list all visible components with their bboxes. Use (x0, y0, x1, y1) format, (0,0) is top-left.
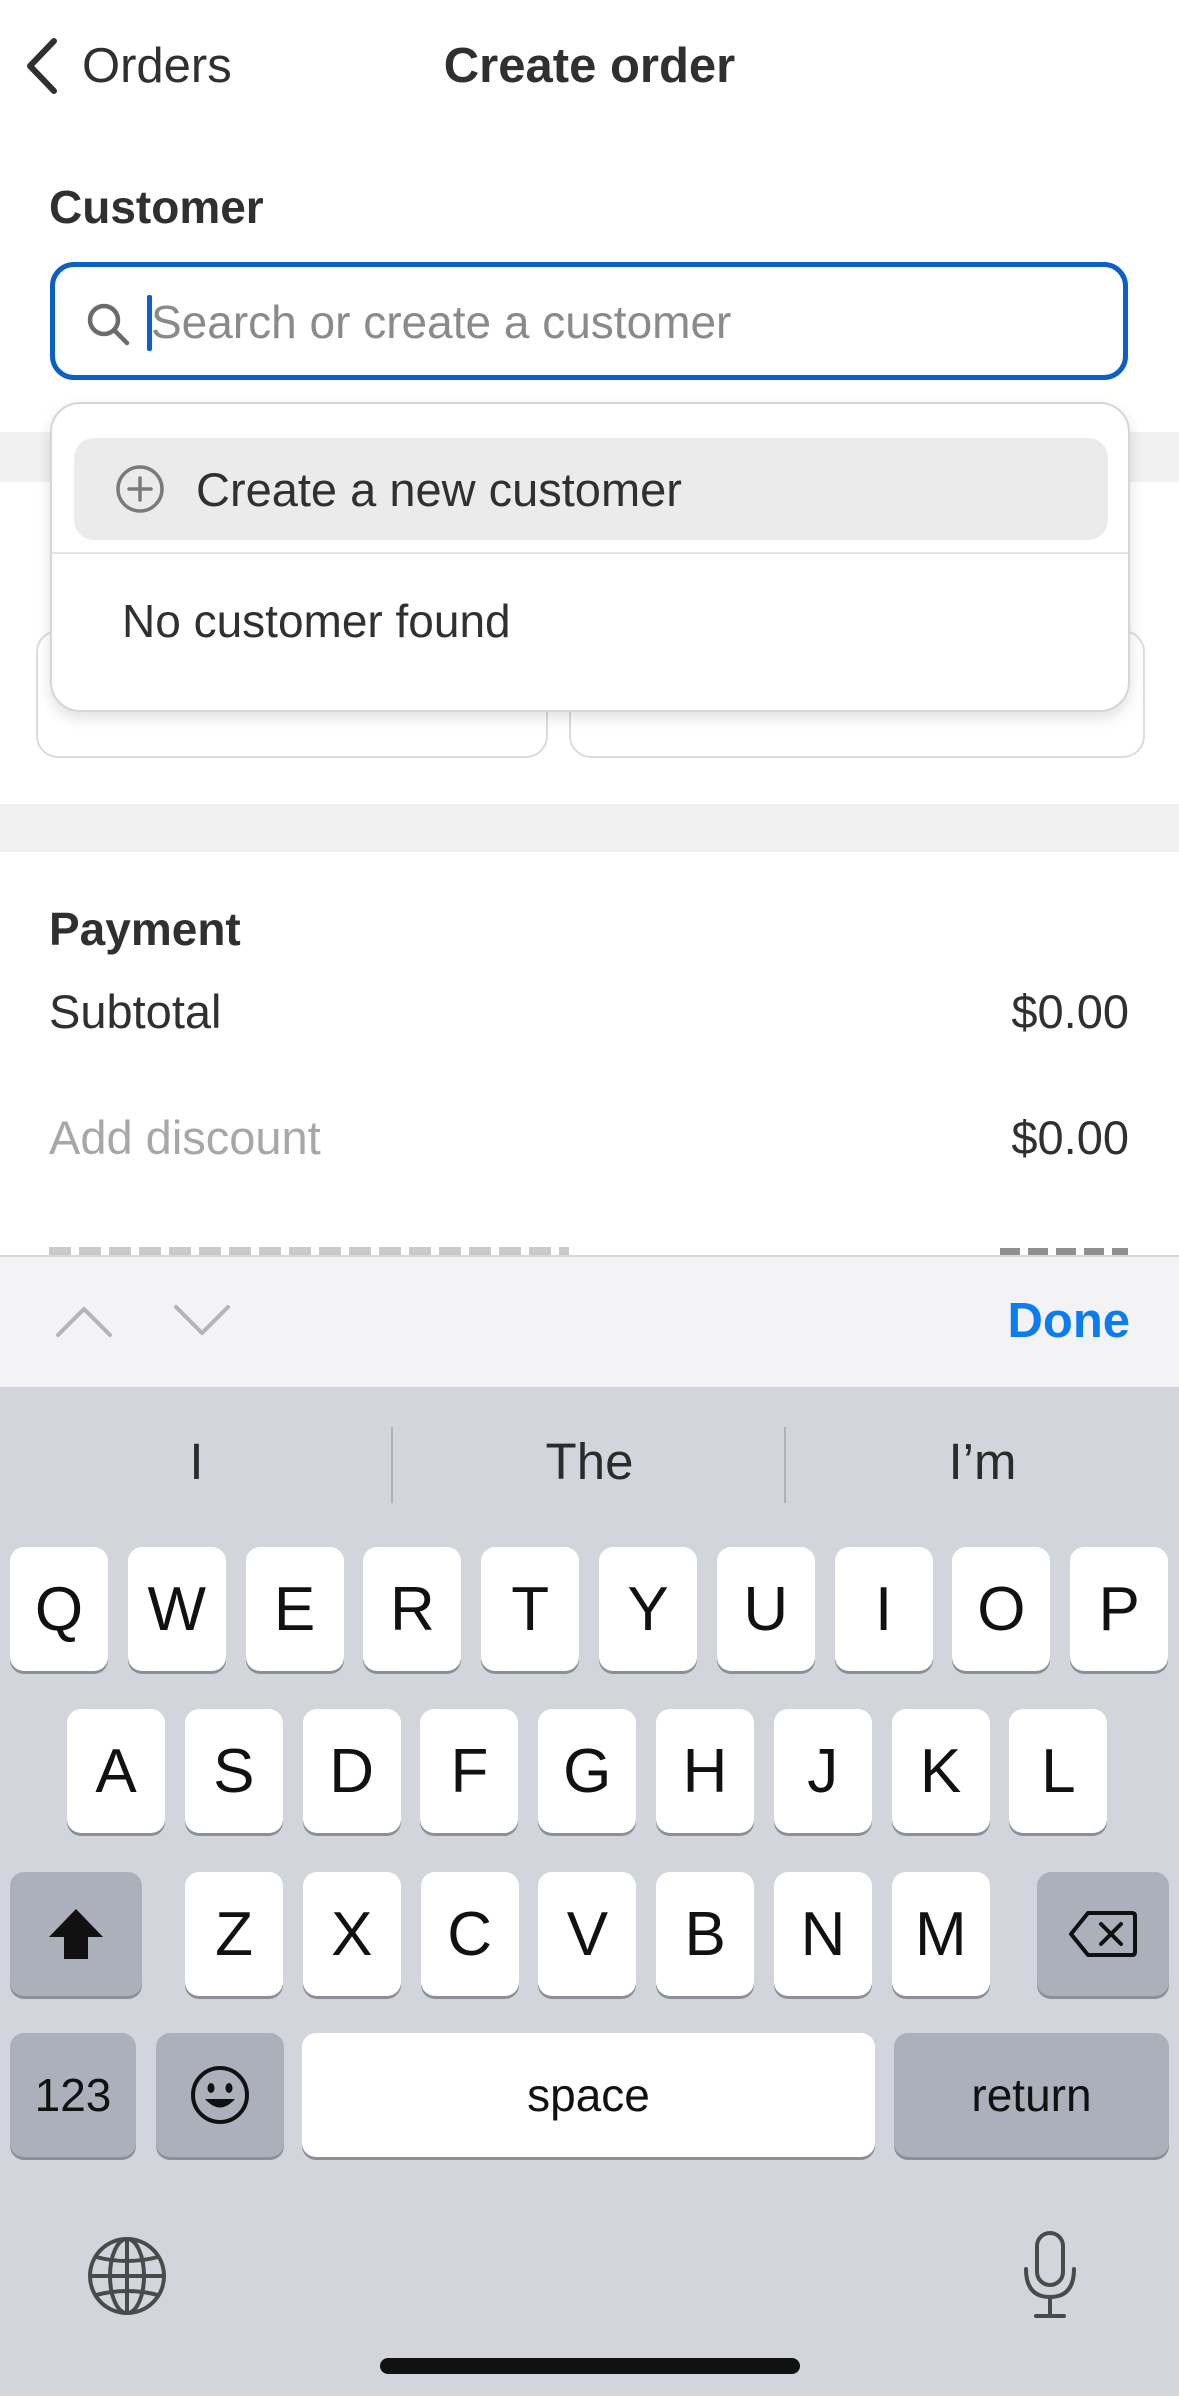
key-b[interactable]: B (656, 1872, 755, 1996)
create-new-customer-option[interactable]: Create a new customer (74, 438, 1108, 540)
customer-search-field[interactable] (50, 262, 1128, 380)
subtotal-label: Subtotal (49, 985, 222, 1038)
home-indicator (380, 2358, 800, 2374)
key-v[interactable]: V (538, 1872, 637, 1996)
page-title: Create order (443, 39, 736, 93)
search-icon (87, 303, 130, 346)
customer-search-input[interactable] (151, 287, 1091, 357)
key-u[interactable]: U (716, 1547, 815, 1671)
customer-dropdown: Create a new customer No customer found (50, 402, 1130, 712)
delete-key[interactable] (1037, 1872, 1169, 1996)
key-j[interactable]: J (773, 1709, 872, 1833)
space-key[interactable]: space (302, 2033, 875, 2157)
key-l[interactable]: L (1009, 1709, 1108, 1833)
key-d[interactable]: D (302, 1709, 401, 1833)
add-circle-icon (116, 465, 164, 513)
next-field-icon[interactable] (170, 1297, 234, 1345)
subtotal-value: $0.00 (1011, 985, 1129, 1038)
key-k[interactable]: K (891, 1709, 990, 1833)
customer-section-label: Customer (49, 181, 264, 233)
suggestion-1[interactable]: I (0, 1432, 393, 1491)
key-n[interactable]: N (774, 1872, 872, 1996)
backspace-icon (1069, 1911, 1137, 1957)
partially-hidden-shipping-value (1000, 1242, 1128, 1255)
keyboard: I The I’m 123 space return Q W E R T Y U… (0, 1387, 1179, 2396)
shift-key[interactable] (10, 1872, 142, 1996)
text-cursor (147, 295, 152, 351)
key-w[interactable]: W (127, 1547, 226, 1671)
key-g[interactable]: G (538, 1709, 637, 1833)
key-h[interactable]: H (656, 1709, 754, 1833)
partially-hidden-shipping-row (49, 1238, 609, 1255)
payment-section-label: Payment (49, 903, 241, 955)
key-q[interactable]: Q (10, 1547, 108, 1671)
key-p[interactable]: P (1070, 1547, 1169, 1671)
key-z[interactable]: Z (185, 1872, 283, 1996)
subtotal-row: Subtotal $0.00 (49, 984, 1129, 1039)
shift-icon (49, 1909, 103, 1959)
globe-icon[interactable] (86, 2235, 168, 2317)
key-f[interactable]: F (420, 1709, 519, 1833)
previous-field-icon[interactable] (52, 1297, 116, 1345)
return-key[interactable]: return (894, 2033, 1169, 2157)
create-new-customer-label: Create a new customer (196, 462, 682, 516)
key-e[interactable]: E (245, 1547, 344, 1671)
key-t[interactable]: T (481, 1547, 580, 1671)
suggestion-2[interactable]: The (393, 1432, 786, 1491)
done-button[interactable]: Done (1008, 1293, 1131, 1349)
key-o[interactable]: O (952, 1547, 1051, 1671)
section-divider (0, 804, 1179, 852)
add-discount-link[interactable]: Add discount (49, 1110, 321, 1165)
emoji-key[interactable] (156, 2033, 284, 2157)
numbers-key[interactable]: 123 (10, 2033, 136, 2157)
key-r[interactable]: R (363, 1547, 462, 1671)
key-a[interactable]: A (67, 1709, 165, 1833)
discount-row[interactable]: Add discount $0.00 (49, 1110, 1129, 1165)
key-c[interactable]: C (420, 1872, 519, 1996)
keyboard-accessory-bar: Done (0, 1255, 1179, 1389)
microphone-icon[interactable] (1020, 2229, 1080, 2321)
no-results-text: No customer found (122, 595, 511, 647)
discount-value: $0.00 (1011, 1111, 1129, 1164)
emoji-icon (191, 2066, 249, 2124)
suggestion-3[interactable]: I’m (786, 1432, 1179, 1491)
dropdown-divider (52, 552, 1128, 554)
key-s[interactable]: S (184, 1709, 283, 1833)
key-y[interactable]: Y (599, 1547, 697, 1671)
key-x[interactable]: X (302, 1872, 401, 1996)
key-i[interactable]: I (834, 1547, 933, 1671)
key-m[interactable]: M (891, 1872, 990, 1996)
